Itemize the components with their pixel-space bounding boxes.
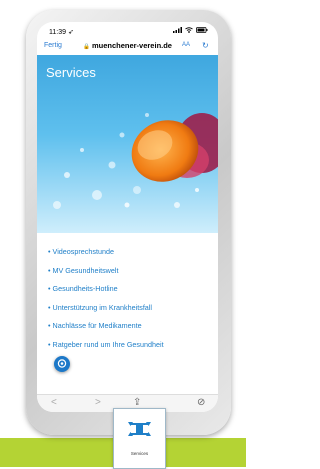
reload-icon[interactable]: ↻ <box>202 41 209 50</box>
browser-bar: Fertig 🔒 muenchener-verein.de AA ↻ <box>37 40 218 54</box>
done-button[interactable]: Fertig <box>44 42 62 49</box>
location-icon: ➶ <box>67 29 74 36</box>
list-item[interactable]: • Gesundheits-Hotline <box>48 283 218 302</box>
list-item-label: Gesundheits-Hotline <box>52 284 118 294</box>
forward-icon[interactable]: > <box>95 397 101 408</box>
chat-button[interactable] <box>54 356 70 372</box>
lock-icon: 🔒 <box>83 44 90 50</box>
chat-icon <box>57 359 67 368</box>
list-item-label: Nachlässe für Medikamente <box>52 321 142 331</box>
list-item[interactable]: • Videosprechstunde <box>48 246 218 265</box>
hero-image: Services <box>37 55 218 233</box>
status-icons <box>173 27 208 33</box>
bullet: • <box>48 339 51 349</box>
battery-icon <box>196 27 208 33</box>
tag-label: Services <box>130 451 149 456</box>
bullet: • <box>48 302 51 312</box>
list-item[interactable]: • Unterstützung im Krankheitsfall <box>48 302 218 321</box>
services-list: • Videosprechstunde • MV Gesundheitswelt… <box>48 246 218 358</box>
signal-icon <box>173 27 182 33</box>
mv-logo-icon <box>128 422 151 436</box>
wifi-icon <box>185 27 193 33</box>
list-item-label: Ratgeber rund um Ihre Gesundheit <box>52 339 164 349</box>
text-size-button[interactable]: AA <box>182 42 190 48</box>
bullet: • <box>48 321 51 331</box>
bullet: • <box>48 247 51 256</box>
url-field[interactable]: 🔒 muenchener-verein.de <box>83 41 172 50</box>
list-item-label: Unterstützung im Krankheitsfall <box>52 302 153 312</box>
bullet: • <box>48 265 51 275</box>
compass-icon[interactable]: ⊘ <box>197 397 205 408</box>
list-item-label: MV Gesundheitswelt <box>52 265 119 275</box>
time-label: 11:39 <box>49 29 66 36</box>
back-icon[interactable]: < <box>51 397 57 408</box>
list-item[interactable]: • Nachlässe für Medikamente <box>48 320 218 339</box>
bullet: • <box>48 284 51 294</box>
list-item[interactable]: • MV Gesundheitswelt <box>48 265 218 284</box>
list-item[interactable]: • Ratgeber rund um Ihre Gesundheit <box>48 339 218 358</box>
services-tag: Services <box>113 408 166 469</box>
page-title: Services <box>46 65 96 80</box>
url-text: muenchener-verein.de <box>91 41 172 50</box>
phone-screen: 11:39 ➶ Fertig 🔒 muenchener-verein.de AA… <box>37 22 218 412</box>
hero-fruit-illustration <box>53 113 218 209</box>
status-time: 11:39 ➶ <box>49 28 74 36</box>
share-icon[interactable]: ⇪ <box>133 397 141 408</box>
status-bar: 11:39 ➶ <box>37 22 218 40</box>
list-item-label: Videosprechstunde <box>52 247 114 256</box>
